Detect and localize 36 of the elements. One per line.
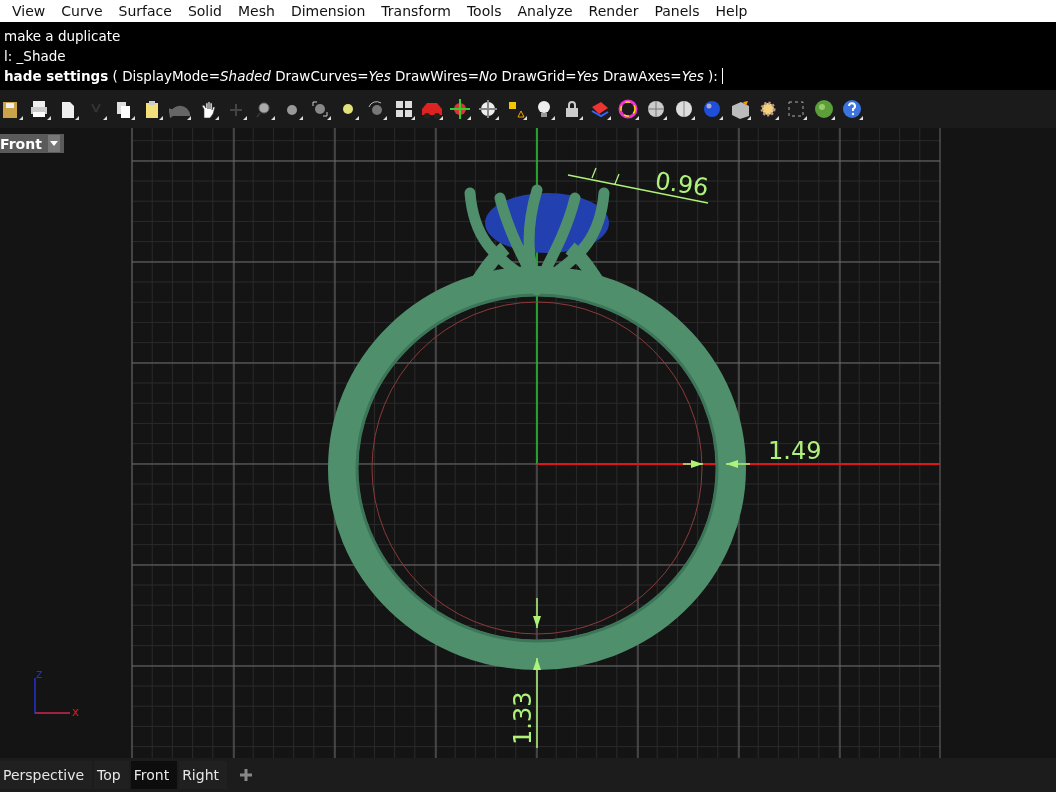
viewport-title-menu[interactable]: Front — [0, 134, 64, 153]
dimension-annotation: 1.33 — [509, 597, 541, 749]
menu-item[interactable]: Tools — [458, 3, 510, 19]
command-history-line: make a duplicate — [4, 27, 122, 45]
menu-item[interactable]: Panels — [646, 3, 708, 19]
sphere-icon — [701, 98, 723, 120]
add-tab-icon[interactable] — [239, 768, 253, 782]
menu-item[interactable]: Analyze — [509, 3, 581, 19]
printer-icon — [29, 98, 51, 120]
menu-item[interactable]: Mesh — [230, 3, 283, 19]
menu-item[interactable]: View — [4, 3, 54, 19]
view-tab[interactable]: Top — [94, 761, 129, 789]
color-wheel-icon — [617, 98, 639, 120]
view-tab[interactable]: Perspective — [0, 761, 93, 789]
globe-icon — [813, 98, 835, 120]
menu-item[interactable]: Surface — [110, 3, 180, 19]
dropdown-caret-icon — [47, 135, 60, 152]
help-icon — [841, 98, 863, 120]
menu-item[interactable]: Help — [707, 3, 756, 19]
menu-item[interactable]: Solid — [179, 3, 230, 19]
text-cursor — [721, 68, 723, 84]
dimension-annotation: 0.96 — [567, 166, 711, 204]
view-tab[interactable]: Right — [179, 761, 227, 789]
command-prompt: hade settings ( DisplayMode=Shaded DrawCurves=Yes DrawWires=No DrawGrid=Yes DrawAxes=Yes ): — [4, 67, 718, 85]
sphere-icon — [673, 98, 695, 120]
menu-item[interactable]: Curve — [53, 3, 111, 19]
dashed-square-icon — [785, 98, 807, 120]
command-history-line: l: _Shade — [4, 47, 67, 65]
cube-icon — [729, 98, 751, 120]
dimension-annotation: 1.49 — [682, 437, 822, 468]
view-tab[interactable]: Front — [130, 761, 178, 789]
sphere-icon — [645, 98, 667, 120]
menu-item[interactable]: Dimension — [282, 3, 374, 19]
menu-item[interactable]: Transform — [373, 3, 459, 19]
menu-item[interactable]: Render — [580, 3, 647, 19]
grid-icon — [393, 98, 415, 120]
